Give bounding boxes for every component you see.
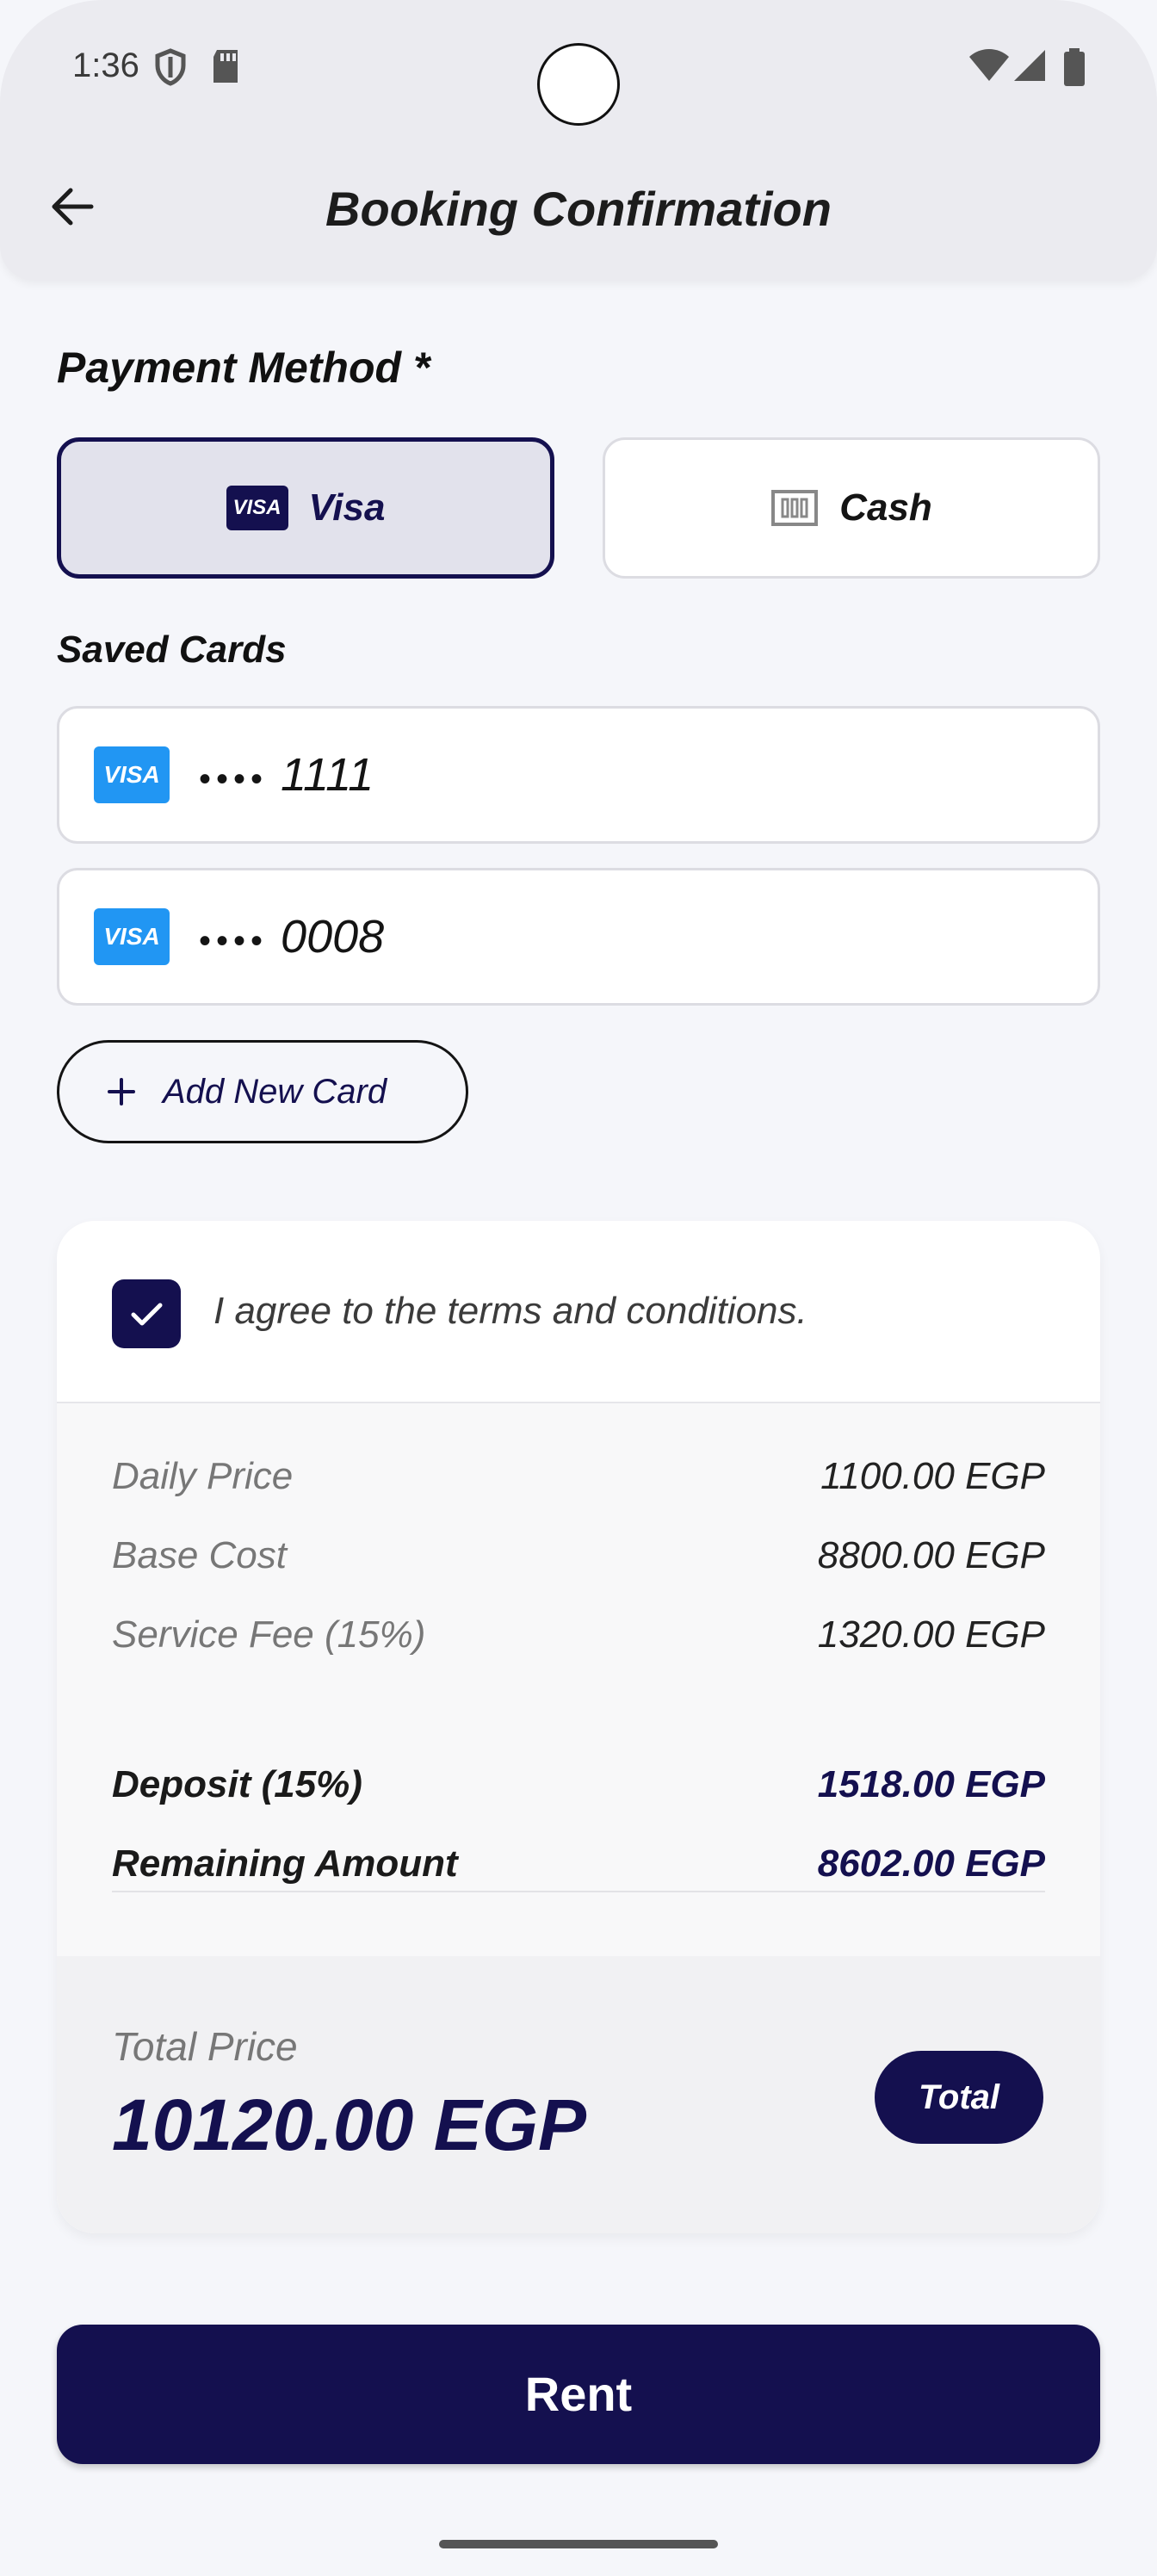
camera-cutout bbox=[537, 43, 620, 126]
card-last4: 1111 bbox=[281, 749, 374, 801]
signal-icon bbox=[1014, 50, 1045, 81]
payment-option-label: Cash bbox=[839, 486, 932, 529]
service-fee-value: 1320.00 EGP bbox=[817, 1613, 1045, 1656]
daily-price-label: Daily Price bbox=[112, 1455, 294, 1497]
remaining-row: Remaining Amount 8602.00 EGP bbox=[112, 1842, 1045, 1886]
home-indicator[interactable] bbox=[439, 2540, 718, 2548]
sd-card-icon bbox=[213, 50, 238, 83]
base-cost-row: Base Cost 8800.00 EGP bbox=[112, 1534, 1045, 1577]
battery-icon bbox=[1064, 48, 1085, 86]
deposit-row: Deposit (15%) 1518.00 EGP bbox=[112, 1763, 1045, 1806]
remaining-label: Remaining Amount bbox=[112, 1842, 458, 1885]
deposit-value: 1518.00 EGP bbox=[817, 1763, 1045, 1805]
status-time: 1:36 bbox=[72, 46, 139, 84]
payment-option-cash[interactable]: Cash bbox=[603, 437, 1100, 579]
saved-card-item[interactable]: VISA •••• 0008 bbox=[57, 868, 1100, 1006]
terms-text: I agree to the terms and conditions. bbox=[213, 1290, 807, 1332]
payment-option-label: Visa bbox=[308, 486, 386, 529]
daily-price-row: Daily Price 1100.00 EGP bbox=[112, 1455, 1045, 1498]
app-bar: 1:36 Booking Confirmation bbox=[0, 0, 1157, 281]
total-badge: Total bbox=[875, 2051, 1043, 2144]
price-breakdown: Daily Price 1100.00 EGP Base Cost 8800.0… bbox=[57, 1403, 1100, 1956]
visa-card-icon: VISA bbox=[94, 908, 170, 965]
service-fee-label: Service Fee (15%) bbox=[112, 1613, 426, 1656]
total-price-label: Total Price bbox=[112, 2024, 298, 2069]
terms-checkbox[interactable] bbox=[112, 1279, 181, 1348]
add-new-card-button[interactable]: Add New Card bbox=[57, 1040, 468, 1143]
remaining-value: 8602.00 EGP bbox=[817, 1842, 1045, 1885]
price-summary-card: I agree to the terms and conditions. Dai… bbox=[57, 1221, 1100, 2233]
saved-cards-label: Saved Cards bbox=[57, 629, 287, 671]
divider bbox=[112, 1891, 1045, 1892]
total-section: Total Price 10120.00 EGP Total bbox=[57, 1956, 1100, 2233]
screen: 1:36 Booking Confirmation Payment Method… bbox=[0, 0, 1157, 2576]
total-price-value: 10120.00 EGP bbox=[112, 2084, 587, 2165]
page-title: Booking Confirmation bbox=[325, 182, 832, 236]
service-fee-row: Service Fee (15%) 1320.00 EGP bbox=[112, 1613, 1045, 1656]
masked-digits: •••• bbox=[199, 922, 269, 960]
shield-icon bbox=[155, 48, 186, 86]
payment-method-label: Payment Method * bbox=[57, 344, 430, 392]
visa-icon: VISA bbox=[226, 486, 288, 530]
base-cost-label: Base Cost bbox=[112, 1534, 287, 1576]
payment-option-visa[interactable]: VISA Visa bbox=[57, 437, 554, 579]
cash-icon bbox=[771, 490, 819, 526]
card-last4: 0008 bbox=[281, 911, 385, 963]
check-icon bbox=[131, 1303, 163, 1326]
rent-button[interactable]: Rent bbox=[57, 2325, 1100, 2464]
saved-card-item[interactable]: VISA •••• 1111 bbox=[57, 706, 1100, 844]
terms-row[interactable]: I agree to the terms and conditions. bbox=[57, 1221, 1100, 1403]
deposit-label: Deposit (15%) bbox=[112, 1763, 362, 1805]
base-cost-value: 8800.00 EGP bbox=[817, 1534, 1045, 1576]
wifi-icon bbox=[969, 49, 1009, 81]
plus-icon bbox=[108, 1078, 135, 1105]
masked-digits: •••• bbox=[199, 760, 269, 798]
daily-price-value: 1100.00 EGP bbox=[820, 1455, 1045, 1497]
visa-card-icon: VISA bbox=[94, 746, 170, 803]
add-new-card-label: Add New Card bbox=[163, 1072, 387, 1111]
